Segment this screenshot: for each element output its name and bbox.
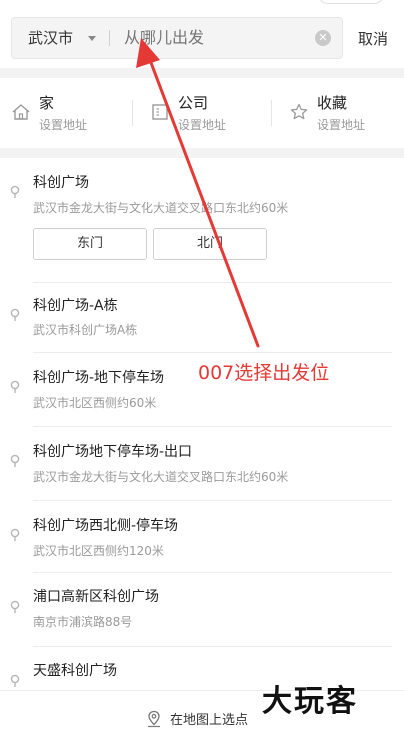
watermark-logo: 大玩客: [262, 684, 358, 719]
section-gap: [0, 148, 404, 158]
quick-favorites-subtitle: 设置地址: [317, 118, 366, 132]
result-name: 天盛科创广场: [33, 663, 117, 679]
caret-down-icon[interactable]: [88, 36, 96, 41]
result-address: 武汉市北区西侧约120米: [33, 544, 164, 558]
location-pin-icon: [10, 454, 20, 467]
top-edge: [0, 0, 404, 10]
map-pin-icon: [148, 710, 160, 728]
entrance-north-button[interactable]: 北门: [153, 228, 267, 260]
home-icon: [12, 104, 30, 120]
pick-on-map-label: 在地图上选点: [170, 713, 249, 728]
section-gap: [0, 68, 404, 78]
city-selector[interactable]: 武汉市: [28, 18, 73, 58]
divider: [109, 30, 110, 46]
entrance-east-button[interactable]: 东门: [33, 228, 147, 260]
search-bar: 武汉市 ✕ 取消: [0, 10, 404, 68]
quick-home-subtitle: 设置地址: [39, 118, 88, 132]
result-name: 科创广场: [33, 175, 89, 191]
quick-favorites[interactable]: 收藏 设置地址: [289, 92, 399, 136]
result-name: 浦口高新区科创广场: [33, 589, 159, 605]
office-icon: [152, 104, 168, 120]
location-pin-icon: [10, 600, 20, 613]
divider: [132, 100, 133, 126]
result-address: 武汉市北区西侧约60米: [33, 396, 157, 410]
result-item[interactable]: 科创广场西北侧-停车场 武汉市北区西侧约120米: [0, 501, 404, 573]
result-name: 科创广场-A栋: [33, 298, 118, 314]
quick-office-title: 公司: [178, 94, 209, 112]
result-address: 武汉市金龙大街与文化大道交叉路口东北约60米: [33, 201, 289, 215]
result-item[interactable]: 科创广场 武汉市金龙大街与文化大道交叉路口东北约60米 东门 北门: [0, 158, 404, 283]
result-address: 武汉市金龙大街与文化大道交叉路口东北约60米: [33, 470, 289, 484]
clear-icon[interactable]: ✕: [315, 30, 331, 46]
search-input[interactable]: [124, 18, 304, 58]
quick-office[interactable]: 公司 设置地址: [150, 92, 260, 136]
result-address: 武汉市科创广场A栋: [33, 323, 138, 337]
previous-panel-edge: [318, 0, 384, 4]
quick-favorites-title: 收藏: [317, 94, 348, 112]
cancel-button[interactable]: 取消: [358, 28, 388, 49]
search-box: 武汉市 ✕: [11, 17, 343, 59]
result-name: 科创广场地下停车场-出口: [33, 444, 193, 460]
result-address: 南京市浦滨路88号: [33, 615, 133, 629]
location-pin-icon: [10, 380, 20, 393]
result-name: 科创广场西北侧-停车场: [33, 518, 179, 534]
quick-access-row: 家 设置地址 公司 设置地址 收藏 设置地址: [0, 78, 404, 148]
location-pin-icon: [10, 528, 20, 541]
star-icon: [290, 103, 308, 120]
quick-office-subtitle: 设置地址: [178, 118, 227, 132]
location-pin-icon: [10, 185, 20, 198]
result-item[interactable]: 浦口高新区科创广场 南京市浦滨路88号: [0, 573, 404, 647]
result-item[interactable]: 科创广场地下停车场-出口 武汉市金龙大街与文化大道交叉路口东北约60米: [0, 427, 404, 501]
location-pin-icon: [10, 674, 20, 687]
location-pin-icon: [10, 308, 20, 321]
quick-home[interactable]: 家 设置地址: [11, 92, 121, 136]
quick-home-title: 家: [39, 94, 55, 112]
result-name: 科创广场-地下停车场: [33, 370, 165, 386]
result-item[interactable]: 科创广场-A栋 武汉市科创广场A栋: [0, 283, 404, 353]
annotation-text: 007选择出发位: [198, 362, 330, 384]
divider: [271, 100, 272, 126]
